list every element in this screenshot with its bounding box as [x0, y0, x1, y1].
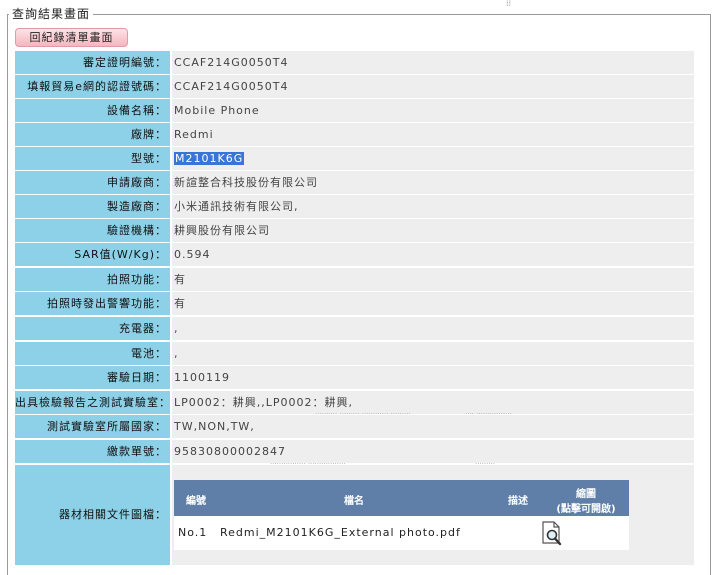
field-row-payment-number: 繳款單號： 95830800002847: [15, 440, 694, 463]
field-row-model: 型號： M2101K6G: [15, 147, 694, 170]
panel-legend: 查詢結果畫面: [9, 7, 94, 21]
field-value: 有: [172, 292, 694, 315]
dotted-artifact: ···· ················: [465, 410, 512, 418]
field-value: 0.594: [172, 243, 694, 266]
field-row-shutter-sound: 拍照時發出警響功能： 有: [15, 292, 694, 315]
field-label: 填報貿易e網的認證號碼：: [15, 75, 170, 98]
documents-value: 編號 檔名 描述 縮圖 (點擊可開啟) No.1 Redmi_M2101K6G_…: [172, 465, 694, 565]
field-row-cert-number: 審定證明編號： CCAF214G0050T4: [15, 51, 694, 74]
field-label: SAR值(W/Kg)：: [15, 243, 170, 266]
field-value: Redmi: [172, 123, 694, 146]
table-row: No.1 Redmi_M2101K6G_External photo.pdf: [174, 516, 629, 550]
field-value: 95830800002847: [172, 440, 694, 463]
field-row-sar: SAR值(W/Kg)： 0.594: [15, 243, 694, 266]
field-value: TW,NON,TW,: [172, 415, 694, 438]
col-header-filename: 檔名: [344, 496, 364, 507]
col-header-thumbnail: 縮圖 (點擊可開啟): [546, 485, 626, 515]
field-row-battery: 電池： ,: [15, 342, 694, 365]
field-label: 充電器：: [15, 317, 170, 340]
col-header-number: 編號: [186, 496, 206, 507]
field-label: 拍照功能：: [15, 268, 170, 291]
documents-row: 器材相關文件圖檔： 編號 檔名 描述 縮圖 (點擊可開啟) No.1 Redmi…: [15, 465, 694, 565]
field-row-camera: 拍照功能： 有: [15, 268, 694, 291]
field-value: 有: [172, 268, 694, 291]
selected-model-text: M2101K6G: [174, 152, 245, 165]
field-label: 拍照時發出警響功能：: [15, 292, 170, 315]
field-label: 測試實驗室所屬國家：: [15, 415, 170, 438]
field-row-trade-cert-number: 填報貿易e網的認證號碼： CCAF214G0050T4: [15, 75, 694, 98]
field-value: ,: [172, 317, 694, 340]
field-label: 驗證機構：: [15, 219, 170, 242]
document-magnifier-icon[interactable]: [540, 520, 564, 549]
field-row-review-date: 審驗日期： 1100119: [15, 366, 694, 389]
field-row-device-name: 設備名稱： Mobile Phone: [15, 99, 694, 122]
field-value: 新諠整合科技股份有限公司: [172, 171, 694, 194]
field-row-applicant: 申請廠商： 新諠整合科技股份有限公司: [15, 171, 694, 194]
field-label: 製造廠商：: [15, 195, 170, 218]
resize-grip: ⁞⁞: [506, 0, 512, 8]
field-label: 審驗日期：: [15, 366, 170, 389]
documents-label: 器材相關文件圖檔：: [15, 465, 170, 565]
field-value: 小米通訊技術有限公司,: [172, 195, 694, 218]
field-row-charger: 充電器： ,: [15, 317, 694, 340]
field-value: M2101K6G: [172, 147, 694, 170]
field-label: 廠牌：: [15, 123, 170, 146]
back-to-list-button[interactable]: 回紀錄清單畫面: [15, 28, 128, 47]
field-row-brand: 廠牌： Redmi: [15, 123, 694, 146]
field-value: CCAF214G0050T4: [172, 75, 694, 98]
field-value: CCAF214G0050T4: [172, 51, 694, 74]
field-row-manufacturer: 製造廠商： 小米通訊技術有限公司,: [15, 195, 694, 218]
field-label: 出具檢驗報告之測試實驗室：: [15, 391, 170, 414]
col-header-thumbnail-line2: (點擊可開啟): [556, 504, 616, 515]
field-value: ,: [172, 342, 694, 365]
field-label: 申請廠商：: [15, 171, 170, 194]
field-label: 審定證明編號：: [15, 51, 170, 74]
documents-table: 編號 檔名 描述 縮圖 (點擊可開啟) No.1 Redmi_M2101K6G_…: [174, 480, 629, 550]
col-header-description: 描述: [508, 496, 528, 507]
doc-filename: Redmi_M2101K6G_External photo.pdf: [220, 526, 461, 539]
dotted-artifact: ·········· ········· ············ ······…: [315, 410, 411, 418]
field-value: 1100119: [172, 366, 694, 389]
documents-table-header: 編號 檔名 描述 縮圖 (點擊可開啟): [174, 480, 629, 516]
field-label: 型號：: [15, 147, 170, 170]
doc-number: No.1: [178, 526, 208, 539]
field-value: 耕興股份有限公司: [172, 219, 694, 242]
field-label: 電池：: [15, 342, 170, 365]
field-value: LP0002：耕興,,LP0002：耕興,: [172, 391, 694, 414]
field-value: Mobile Phone: [172, 99, 694, 122]
field-row-cert-body: 驗證機構： 耕興股份有限公司: [15, 219, 694, 242]
field-label: 設備名稱：: [15, 99, 170, 122]
field-label: 繳款單號：: [15, 440, 170, 463]
field-row-lab-country: 測試實驗室所屬國家： TW,NON,TW,: [15, 415, 694, 438]
col-header-thumbnail-line1: 縮圖: [576, 489, 596, 500]
